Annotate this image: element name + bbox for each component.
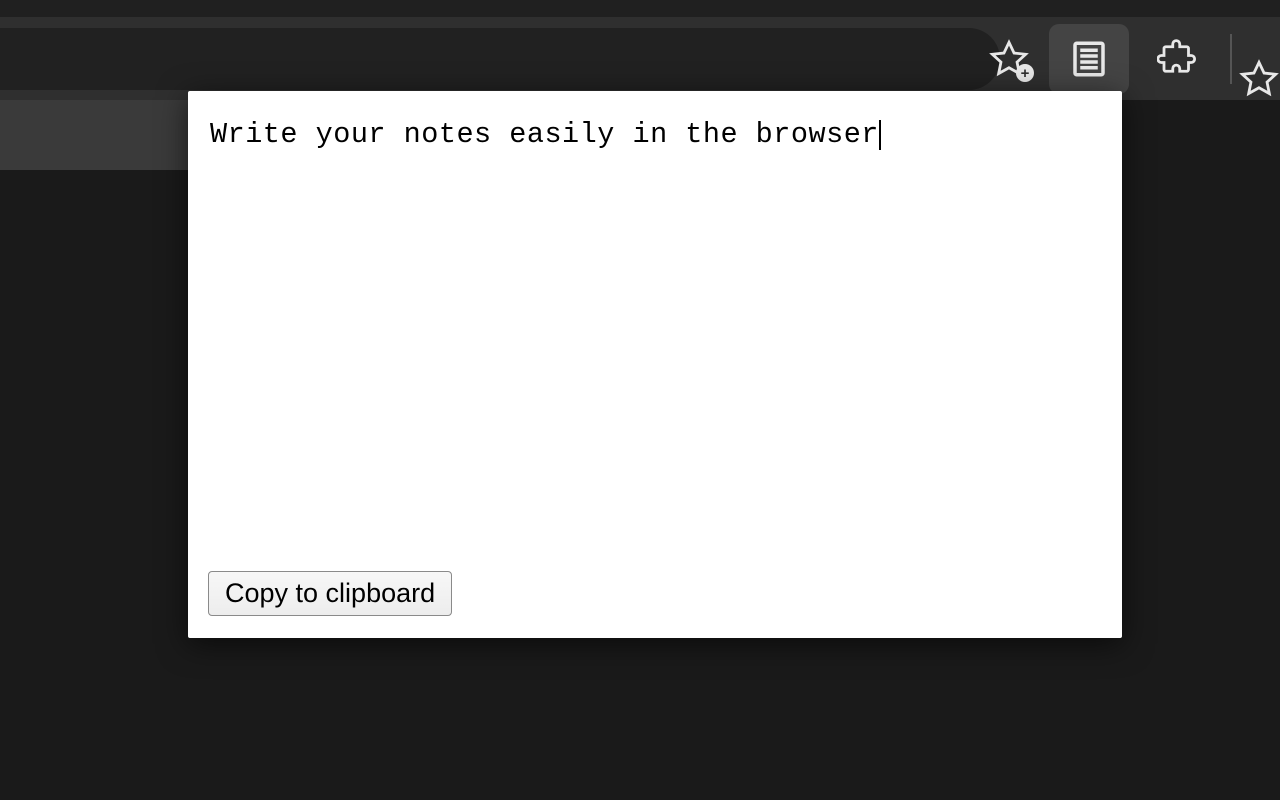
- text-caret: [879, 120, 881, 150]
- note-textarea[interactable]: Write your notes easily in the browser: [210, 111, 1098, 571]
- copy-to-clipboard-button[interactable]: Copy to clipboard: [208, 571, 452, 616]
- favorite-button-partial[interactable]: [1240, 17, 1280, 100]
- notes-extension-button[interactable]: [1049, 24, 1129, 94]
- address-bar-trail[interactable]: [0, 28, 1000, 90]
- extensions-button[interactable]: [1134, 17, 1222, 100]
- plus-badge-icon: +: [1016, 64, 1034, 82]
- browser-toolbar: +: [0, 17, 1280, 100]
- notes-popup: Write your notes easily in the browser C…: [188, 91, 1122, 638]
- notes-icon: [1068, 38, 1110, 80]
- star-icon: [1238, 58, 1280, 100]
- note-text: Write your notes easily in the browser: [210, 118, 879, 151]
- toolbar-divider: [1230, 34, 1232, 84]
- tab-strip-background: [0, 100, 190, 170]
- puzzle-icon: [1157, 38, 1199, 80]
- window-top-strip: [0, 0, 1280, 17]
- bookmark-add-button[interactable]: +: [974, 17, 1044, 100]
